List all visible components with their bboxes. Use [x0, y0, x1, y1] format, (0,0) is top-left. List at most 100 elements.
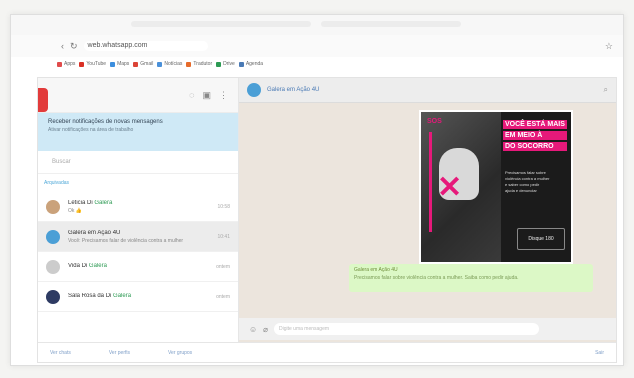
bookmark-icon — [238, 61, 244, 67]
attach-icon[interactable]: ⌀ — [263, 325, 268, 334]
star-icon[interactable]: ☆ — [605, 41, 613, 52]
back-icon[interactable]: ‹ — [61, 41, 64, 51]
chat-name-text: Leticia Di — [68, 199, 95, 206]
whatsapp-app: ◌ ▣ ⋮ Receber notificações de novas mens… — [37, 77, 617, 363]
headline-line: DO SOCORRO — [503, 142, 567, 151]
reload-icon[interactable]: ↻ — [70, 41, 78, 52]
chat-name: Sala Rosa da Di Galera — [68, 293, 208, 299]
search-icon[interactable]: ⌕ — [604, 85, 608, 95]
sidebar: ◌ ▣ ⋮ Receber notificações de novas mens… — [38, 78, 239, 362]
poster-photo: ✕ — [421, 112, 501, 262]
sidebar-header: ◌ ▣ ⋮ — [38, 78, 238, 113]
chat-time: ontem — [216, 263, 230, 270]
bookmark-item[interactable]: Apps — [57, 61, 75, 67]
poster-image[interactable]: ✕ SOS VOCÊ ESTÁ MAIS EM MEIO À DO SOCORRO … — [419, 110, 573, 264]
bookmark-label: Gmail — [140, 61, 154, 67]
chat-time: 10:41 — [217, 233, 230, 240]
message-sender: Galera em Ação 4U — [354, 267, 398, 273]
footer-item[interactable]: Ver grupos — [168, 350, 192, 356]
chat-list-item[interactable]: Sala Rosa da Di Galera ontem — [38, 282, 238, 312]
bookmark-label: YouTube — [86, 61, 107, 67]
message-input[interactable]: Digite uma mensagem — [274, 323, 539, 335]
message-bubble[interactable]: Galera em Ação 4U Precisamos falar sobre… — [349, 264, 593, 292]
poster-badge: Disque 180 — [517, 228, 565, 250]
chat-list-item[interactable]: Leticia Di Galera Ok 👍 10:58 — [38, 192, 238, 222]
bookmark-icon — [216, 61, 222, 67]
url-field[interactable]: web.whatsapp.com — [83, 41, 208, 51]
bookmark-item[interactable]: Agenda — [238, 61, 264, 67]
poster-body: Precisamos falar sobre violência contra a… — [505, 170, 549, 194]
browser-window: ‹ ↻ web.whatsapp.com ☆ Apps YouTube Maps Gm… — [10, 14, 624, 366]
status-icon[interactable]: ◌ — [189, 90, 194, 100]
headline-line: EM MEIO À — [503, 131, 567, 140]
notice-subtitle[interactable]: Ativar notificações na área de trabalho — [48, 127, 228, 133]
archived-link[interactable]: Arquivadas — [38, 174, 238, 192]
chat-name-highlight: Galera — [88, 262, 107, 269]
bookmark-label: Agenda — [245, 61, 264, 67]
chat-list-item[interactable]: Vida Di Galera ontem — [38, 252, 238, 282]
bookmark-item[interactable]: Maps — [110, 61, 129, 67]
footer-item[interactable]: Ver perfis — [109, 350, 130, 356]
chat-name: Galera em Ação 4U — [68, 230, 209, 236]
bookmark-icon — [186, 61, 192, 67]
menu-icon[interactable]: ⋮ — [219, 90, 228, 101]
chat-name-text: Sala Rosa da Di — [68, 292, 114, 299]
browser-tab[interactable] — [131, 21, 311, 27]
emoji-icon[interactable]: ☺ — [249, 325, 257, 334]
x-mark-icon: ✕ — [437, 171, 463, 204]
pink-stripe — [429, 132, 432, 232]
poster-logo: SOS — [427, 118, 442, 125]
chat-preview: Ok 👍 — [68, 207, 83, 214]
chat-list-item[interactable]: Galera em Ação 4U Você: Precisamos falar … — [38, 222, 238, 252]
bookmark-icon — [157, 61, 163, 67]
chat-name-highlight: Galera — [94, 199, 113, 206]
bookmark-icon — [79, 61, 85, 67]
avatar — [46, 199, 60, 214]
bookmark-item[interactable]: YouTube — [79, 61, 106, 67]
bookmark-label: Notícias — [164, 61, 183, 67]
bookmark-label: Drive — [223, 61, 235, 67]
bookmark-item[interactable]: Gmail — [133, 61, 153, 67]
chat-name: Leticia Di Galera — [68, 200, 209, 206]
browser-titlebar — [11, 15, 623, 35]
bookmark-item[interactable]: Drive — [216, 61, 235, 67]
composer: ☺ ⌀ Digite uma mensagem — [239, 318, 616, 340]
chat-list: Leticia Di Galera Ok 👍 10:58 Galera em Ação… — [38, 192, 238, 312]
bookmark-item[interactable]: Notícias — [157, 61, 182, 67]
footer-item[interactable]: Ver chats — [50, 350, 71, 356]
chat-name-highlight: Galera — [113, 292, 132, 299]
bookmark-label: Tradutor — [193, 61, 213, 67]
notification-banner[interactable]: Receber notificações de novas mensagens … — [38, 113, 238, 151]
message-text: Precisamos falar sobre violência contra … — [354, 275, 519, 281]
bookmark-icon — [57, 61, 62, 67]
chat-preview: Você: Precisamos falar de violência cont… — [68, 237, 184, 244]
chat-time: 10:58 — [217, 203, 230, 210]
conversation-title[interactable]: Galera em Ação 4U — [267, 87, 319, 93]
poster-body-line: ajuda e denunciar — [505, 188, 537, 193]
bookmark-label: Apps — [64, 61, 76, 67]
chat-name-text: Vida Di — [68, 262, 89, 269]
bookmark-icon — [110, 61, 116, 67]
conversation-pane: Galera em Ação 4U ⌕ ✕ SOS VOCÊ ESTÁ MAIS… — [239, 78, 616, 362]
chat-name: Vida Di Galera — [68, 263, 208, 269]
address-bar: ‹ ↻ web.whatsapp.com ☆ — [11, 35, 623, 57]
group-avatar[interactable] — [247, 83, 261, 97]
bookmark-item[interactable]: Tradutor — [186, 61, 212, 67]
search-input[interactable]: Buscar — [38, 151, 238, 174]
bookmark-label: Maps — [117, 61, 130, 67]
footer-right-link[interactable]: Sair — [595, 350, 604, 356]
conversation-header: Galera em Ação 4U ⌕ — [239, 78, 616, 103]
poster-headline: VOCÊ ESTÁ MAIS EM MEIO À DO SOCORRO — [503, 120, 567, 153]
bookmark-icon — [133, 61, 139, 67]
chat-name-text: Galera em Ação 4U — [68, 229, 121, 236]
avatar — [46, 229, 60, 244]
bookmarks-bar: Apps YouTube Maps Gmail Notícias Tradutor Driv… — [11, 57, 623, 71]
profile-avatar[interactable] — [38, 88, 48, 112]
headline-line: VOCÊ ESTÁ MAIS — [503, 120, 567, 129]
browser-tab[interactable] — [321, 21, 461, 27]
notice-title: Receber notificações de novas mensagens — [48, 119, 163, 125]
new-chat-icon[interactable]: ▣ — [202, 90, 211, 101]
chat-time: ontem — [216, 293, 230, 300]
avatar — [46, 289, 60, 304]
footer-bar: Ver chats Ver perfis Ver grupos Sair — [38, 342, 616, 362]
